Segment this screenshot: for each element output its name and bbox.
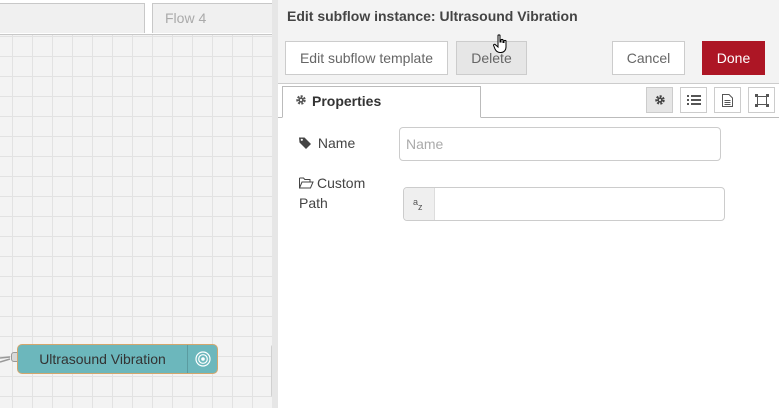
subflow-node[interactable]: Ultrasound Vibration [17,344,218,374]
tray-tab-strip: Properties [278,84,779,118]
workspace-tab-bar: Flow 4 [0,0,272,35]
custom-path-label: Custom Path [299,173,379,213]
custom-path-value-input[interactable] [435,188,724,220]
info-tab-button[interactable] [714,87,741,113]
done-button[interactable]: Done [702,41,765,75]
workspace-tab[interactable] [0,3,145,33]
flow-workspace[interactable]: Flow 4 Ultrasound Vibration [0,0,272,408]
appearance-tab-button[interactable] [748,87,775,113]
edit-subflow-template-button[interactable]: Edit subflow template [285,41,448,75]
tab-properties[interactable]: Properties [282,86,481,118]
node-status-button[interactable] [187,345,217,373]
gear-icon [296,95,306,105]
tag-icon [299,137,311,149]
list-icon [686,95,701,105]
custom-path-typed-input[interactable]: a z [403,187,725,221]
delete-button[interactable]: Delete [456,41,527,75]
name-input[interactable] [399,127,721,161]
cancel-button[interactable]: Cancel [612,41,685,75]
string-type-icon: a z [413,197,423,212]
tray-header: Edit subflow instance: Ultrasound Vibrat… [278,0,779,33]
tray-title: Edit subflow instance: Ultrasound Vibrat… [287,8,578,24]
name-field-label: Name [299,133,355,153]
broadcast-icon [194,351,211,367]
folder-open-icon [299,177,314,189]
type-selector-button[interactable]: a z [404,188,435,220]
workspace-tab-flow-4[interactable]: Flow 4 [152,3,272,33]
gear-icon [654,95,665,105]
tab-properties-label: Properties [312,93,382,109]
name-label-text: Name [317,135,356,151]
node-settings-tab-button[interactable] [646,87,673,113]
node-label: Ultrasound Vibration [39,351,166,367]
description-tab-button[interactable] [680,87,707,113]
edit-tray: Edit subflow instance: Ultrasound Vibrat… [272,0,779,408]
layout-icon [754,93,769,107]
tray-toolbar: Edit subflow template Delete Cancel Done [278,33,779,84]
document-icon [722,93,733,107]
hand-cursor-icon [493,34,507,53]
